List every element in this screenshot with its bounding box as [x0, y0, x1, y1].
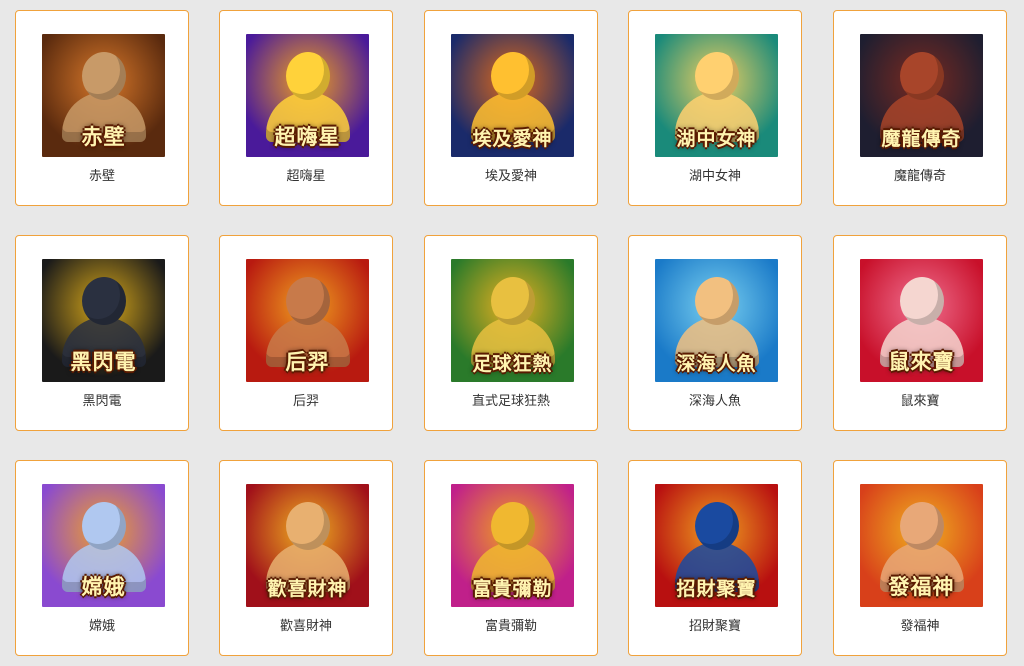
character-figure: [899, 52, 944, 100]
character-figure: [899, 502, 944, 550]
game-thumbnail[interactable]: 招財聚寶: [655, 484, 778, 607]
character-figure: [285, 277, 330, 325]
game-title: 魔龍傳奇: [893, 169, 946, 184]
game-thumbnail[interactable]: 嫦娥: [42, 484, 165, 607]
game-logo-text: 黑閃電: [70, 350, 137, 374]
game-logo-text: 招財聚寶: [676, 578, 757, 600]
game-logo-text: 富貴彌勒: [472, 578, 553, 600]
game-title: 黑閃電: [82, 394, 122, 409]
character-figure: [81, 502, 126, 550]
game-card[interactable]: 嫦娥 嫦娥: [15, 460, 189, 656]
game-thumbnail[interactable]: 赤壁: [42, 34, 165, 157]
game-logo-text: 歡喜財神: [267, 578, 348, 600]
game-title: 埃及愛神: [484, 169, 537, 184]
game-card[interactable]: 富貴彌勒 富貴彌勒: [424, 460, 598, 656]
game-thumbnail[interactable]: 后羿: [246, 259, 369, 382]
game-title: 湖中女神: [688, 169, 741, 184]
game-logo-text: 發福神: [888, 575, 955, 599]
character-figure: [81, 52, 126, 100]
game-thumbnail[interactable]: 深海人魚: [655, 259, 778, 382]
game-card[interactable]: 招財聚寶 招財聚寶: [628, 460, 802, 656]
game-logo-text: 嫦娥: [81, 575, 126, 599]
game-logo-text: 深海人魚: [676, 353, 757, 375]
character-figure: [490, 52, 535, 100]
game-logo-text: 埃及愛神: [472, 128, 553, 150]
game-thumbnail[interactable]: 埃及愛神: [451, 34, 574, 157]
character-figure: [490, 502, 535, 550]
game-card[interactable]: 發福神 發福神: [833, 460, 1007, 656]
game-card[interactable]: 超嗨星 超嗨星: [219, 10, 393, 206]
game-title: 歡喜財神: [279, 619, 332, 634]
game-thumbnail[interactable]: 湖中女神: [655, 34, 778, 157]
game-card[interactable]: 赤壁 赤壁: [15, 10, 189, 206]
game-title: 超嗨星: [286, 169, 326, 184]
character-figure: [694, 52, 739, 100]
game-logo-text: 湖中女神: [676, 128, 757, 150]
game-logo-text: 赤壁: [81, 125, 126, 149]
game-grid: 赤壁 赤壁 超嗨星 超嗨星 埃及愛神 埃及愛神 湖中女神 湖中女神 魔龍傳奇 魔龍傳奇 黑閃電 黑閃電…: [0, 0, 1024, 666]
game-card[interactable]: 深海人魚 深海人魚: [628, 235, 802, 431]
game-thumbnail[interactable]: 鼠來寶: [860, 259, 983, 382]
game-title: 嫦娥: [88, 619, 115, 634]
game-title: 發福神: [900, 619, 940, 634]
character-figure: [490, 277, 535, 325]
game-logo-text: 后羿: [285, 350, 330, 374]
game-card[interactable]: 魔龍傳奇 魔龍傳奇: [833, 10, 1007, 206]
game-thumbnail[interactable]: 發福神: [860, 484, 983, 607]
character-figure: [81, 277, 126, 325]
character-figure: [694, 277, 739, 325]
game-thumbnail[interactable]: 魔龍傳奇: [860, 34, 983, 157]
game-logo-text: 魔龍傳奇: [881, 128, 962, 150]
game-thumbnail[interactable]: 富貴彌勒: [451, 484, 574, 607]
character-figure: [899, 277, 944, 325]
character-figure: [285, 502, 330, 550]
game-title: 富貴彌勒: [484, 619, 537, 634]
game-thumbnail[interactable]: 黑閃電: [42, 259, 165, 382]
game-thumbnail[interactable]: 足球狂熱: [451, 259, 574, 382]
game-title: 后羿: [292, 394, 319, 409]
game-title: 赤壁: [88, 169, 115, 184]
game-title: 深海人魚: [688, 394, 741, 409]
game-thumbnail[interactable]: 歡喜財神: [246, 484, 369, 607]
game-title: 鼠來寶: [900, 394, 940, 409]
game-card[interactable]: 鼠來寶 鼠來寶: [833, 235, 1007, 431]
game-card[interactable]: 埃及愛神 埃及愛神: [424, 10, 598, 206]
character-figure: [285, 52, 330, 100]
game-title: 直式足球狂熱: [471, 394, 550, 409]
game-card[interactable]: 足球狂熱直式足球狂熱: [424, 235, 598, 431]
game-card[interactable]: 后羿 后羿: [219, 235, 393, 431]
game-logo-text: 鼠來寶: [888, 350, 955, 374]
game-logo-text: 超嗨星: [274, 125, 341, 149]
game-card[interactable]: 黑閃電 黑閃電: [15, 235, 189, 431]
game-thumbnail[interactable]: 超嗨星: [246, 34, 369, 157]
game-logo-text: 足球狂熱: [472, 353, 553, 375]
game-card[interactable]: 湖中女神 湖中女神: [628, 10, 802, 206]
game-title: 招財聚寶: [688, 619, 741, 634]
character-figure: [694, 502, 739, 550]
game-card[interactable]: 歡喜財神 歡喜財神: [219, 460, 393, 656]
